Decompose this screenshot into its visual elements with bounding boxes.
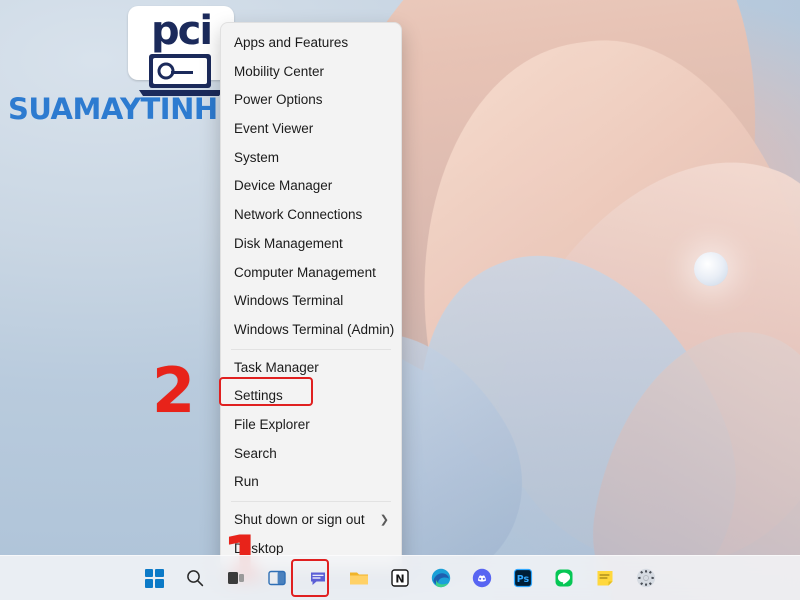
menu-item-power-options[interactable]: Power Options: [221, 86, 401, 115]
svg-text:N: N: [395, 573, 404, 586]
chat-button[interactable]: [303, 563, 333, 593]
svg-text:Ps: Ps: [517, 574, 530, 585]
task-view-icon: [228, 572, 244, 584]
menu-item-windows-terminal[interactable]: Windows Terminal: [221, 287, 401, 316]
line-button[interactable]: [549, 563, 579, 593]
discord-icon: [472, 568, 492, 588]
win-x-power-user-menu[interactable]: Apps and Features Mobility Center Power …: [220, 22, 402, 571]
menu-item-label: Device Manager: [234, 178, 333, 194]
menu-item-label: Network Connections: [234, 207, 363, 223]
task-view-button[interactable]: [221, 563, 251, 593]
menu-item-task-manager[interactable]: Task Manager: [221, 354, 401, 383]
menu-item-search[interactable]: Search: [221, 440, 401, 469]
notion-button[interactable]: N: [385, 563, 415, 593]
menu-item-label: Mobility Center: [234, 63, 325, 79]
windows-logo-icon: [144, 568, 164, 588]
wallpaper-glow: [694, 252, 728, 286]
chat-icon: [311, 572, 325, 585]
menu-item-settings[interactable]: Settings: [221, 382, 401, 411]
discord-button[interactable]: [467, 563, 497, 593]
menu-separator: [231, 501, 391, 502]
menu-item-label: Disk Management: [234, 235, 343, 251]
notion-icon: N: [391, 569, 409, 587]
photoshop-button[interactable]: Ps: [508, 563, 538, 593]
start-button[interactable]: [139, 563, 169, 593]
menu-item-label: File Explorer: [234, 416, 310, 432]
line-icon: [555, 569, 573, 587]
menu-item-label: System: [234, 149, 280, 165]
menu-item-label: Event Viewer: [234, 121, 314, 137]
menu-item-label: Task Manager: [234, 359, 319, 375]
search-button[interactable]: [180, 563, 210, 593]
menu-item-label: Run: [234, 474, 259, 490]
step-2-marker: 2: [152, 354, 196, 427]
sticky-note-icon: [597, 571, 613, 586]
menu-item-file-explorer[interactable]: File Explorer: [221, 411, 401, 440]
screen: pci SUAMAYTINHPCI.COM Apps and Features …: [0, 0, 800, 600]
sticky-notes-button[interactable]: [590, 563, 620, 593]
menu-item-label: Apps and Features: [234, 35, 349, 50]
menu-item-label: Search: [234, 445, 277, 461]
menu-item-label: Windows Terminal (Admin): [234, 321, 395, 337]
menu-item-label: Computer Management: [234, 264, 376, 280]
menu-item-event-viewer[interactable]: Event Viewer: [221, 115, 401, 144]
menu-separator: [231, 348, 391, 350]
menu-item-network-connections[interactable]: Network Connections: [221, 201, 401, 230]
gear-icon: [636, 568, 656, 588]
menu-item-apps-and-features[interactable]: Apps and Features: [221, 29, 401, 58]
file-explorer-button[interactable]: [344, 563, 374, 593]
chevron-right-icon: ❯: [379, 514, 389, 526]
menu-item-label: Windows Terminal: [234, 293, 344, 309]
folder-icon: [350, 572, 368, 585]
edge-icon: [431, 568, 451, 588]
photoshop-icon: Ps: [513, 568, 533, 588]
widgets-icon: [268, 570, 286, 586]
menu-item-label: Settings: [234, 388, 283, 404]
search-icon: [187, 570, 204, 587]
menu-item-windows-terminal-admin[interactable]: Windows Terminal (Admin): [221, 316, 401, 345]
menu-item-device-manager[interactable]: Device Manager: [221, 172, 401, 201]
menu-item-mobility-center[interactable]: Mobility Center: [221, 58, 401, 87]
settings-taskbar-button[interactable]: [631, 563, 661, 593]
taskbar[interactable]: N Ps: [0, 555, 800, 600]
menu-item-computer-management[interactable]: Computer Management: [221, 259, 401, 288]
menu-item-disk-management[interactable]: Disk Management: [221, 230, 401, 259]
menu-item-label: Power Options: [234, 92, 323, 108]
menu-item-system[interactable]: System: [221, 144, 401, 173]
widgets-button[interactable]: [262, 563, 292, 593]
menu-item-run[interactable]: Run: [221, 468, 401, 497]
edge-button[interactable]: [426, 563, 456, 593]
